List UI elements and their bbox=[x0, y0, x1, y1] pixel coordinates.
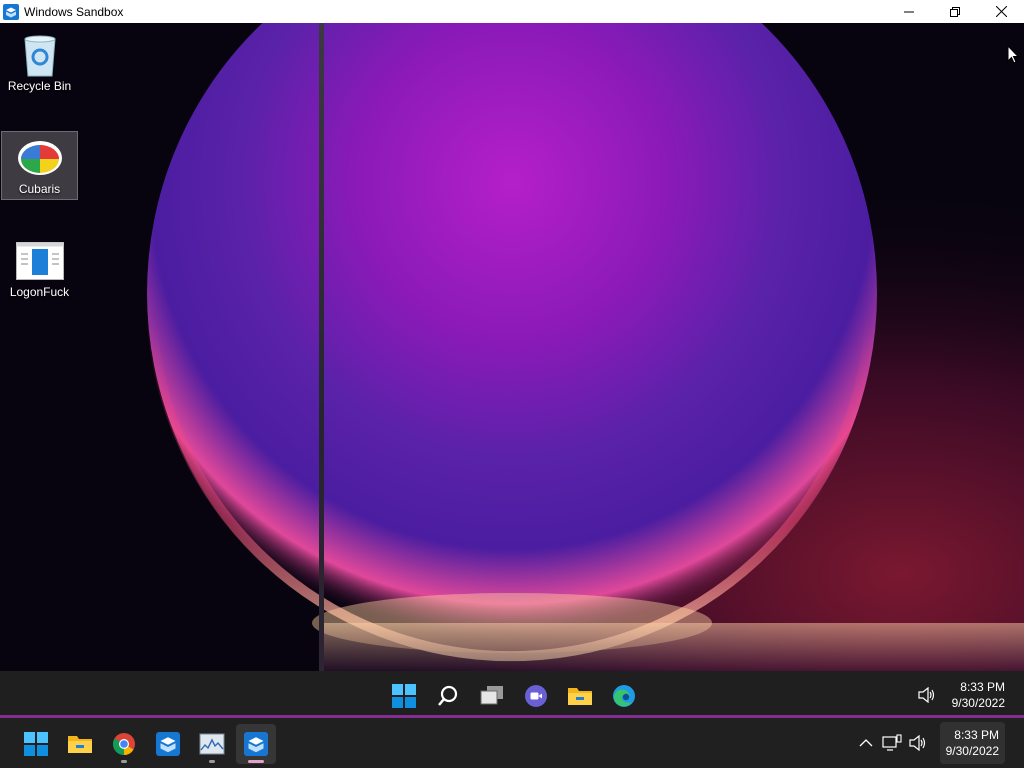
host-file-explorer-button[interactable] bbox=[60, 724, 100, 764]
host-chrome-button[interactable] bbox=[104, 724, 144, 764]
host-sandbox-active-button[interactable] bbox=[236, 724, 276, 764]
restore-icon bbox=[950, 6, 960, 17]
sandbox-taskbar: 8:33 PM 9/30/2022 bbox=[0, 671, 1024, 718]
chat-icon bbox=[525, 685, 547, 707]
sandbox-chat-button[interactable] bbox=[520, 681, 552, 711]
close-button[interactable] bbox=[978, 0, 1024, 23]
search-icon bbox=[438, 685, 458, 706]
volume-button[interactable] bbox=[906, 731, 930, 755]
network-button[interactable] bbox=[880, 731, 904, 755]
sandbox-desktop[interactable]: Recycle Bin Cubaris LogonFuck bbox=[0, 23, 1024, 671]
show-hidden-icons-button[interactable] bbox=[854, 731, 878, 755]
window-title: Windows Sandbox bbox=[24, 4, 124, 19]
host-start-button[interactable] bbox=[16, 724, 56, 764]
recycle-bin-icon bbox=[23, 35, 56, 77]
edge-icon bbox=[613, 685, 635, 707]
logonfuck-app-icon bbox=[15, 242, 64, 280]
network-icon bbox=[882, 734, 902, 751]
desktop-icon-logonfuck[interactable]: LogonFuck bbox=[1, 235, 78, 304]
restore-button[interactable] bbox=[932, 0, 978, 23]
cubaris-app-icon bbox=[17, 141, 62, 175]
desktop-icon-label: Recycle Bin bbox=[7, 79, 72, 93]
sandbox-file-explorer-button[interactable] bbox=[564, 681, 596, 711]
mouse-cursor-icon bbox=[1007, 45, 1019, 64]
minimize-button[interactable] bbox=[886, 0, 932, 23]
host-taskbar: 8:33 PM 9/30/2022 bbox=[0, 718, 1024, 768]
windows-start-icon bbox=[24, 732, 48, 756]
chevron-up-icon bbox=[859, 739, 873, 747]
running-indicator bbox=[121, 760, 127, 763]
sandbox-edge-button[interactable] bbox=[608, 681, 640, 711]
file-explorer-icon bbox=[568, 688, 592, 705]
host-sandbox-pinned-button[interactable] bbox=[148, 724, 188, 764]
clock-time: 8:33 PM bbox=[960, 679, 1005, 694]
clock-date: 9/30/2022 bbox=[951, 695, 1005, 710]
sandbox-start-button[interactable] bbox=[388, 681, 420, 711]
sandbox-clock[interactable]: 8:33 PM 9/30/2022 bbox=[952, 679, 1005, 711]
sandbox-icon bbox=[3, 3, 19, 20]
close-icon bbox=[995, 6, 1007, 17]
volume-icon bbox=[909, 735, 925, 751]
running-indicator bbox=[209, 760, 215, 763]
clock-date: 9/30/2022 bbox=[945, 744, 999, 758]
task-view-icon bbox=[480, 686, 503, 705]
minimize-icon bbox=[904, 11, 914, 12]
desktop-icon-cubaris[interactable]: Cubaris bbox=[1, 131, 78, 200]
host-resource-monitor-button[interactable] bbox=[192, 724, 232, 764]
resource-monitor-icon bbox=[199, 733, 225, 755]
bloom-wallpaper bbox=[0, 23, 1024, 671]
sandbox-icon bbox=[156, 732, 180, 756]
desktop-icon-recycle-bin[interactable]: Recycle Bin bbox=[1, 29, 78, 98]
desktop-icon-label: Cubaris bbox=[18, 182, 61, 196]
file-explorer-icon bbox=[68, 736, 92, 753]
sandbox-title-bar[interactable]: Windows Sandbox bbox=[0, 0, 1024, 23]
sandbox-task-view-button[interactable] bbox=[476, 681, 508, 711]
desktop-icon-label: LogonFuck bbox=[9, 285, 70, 299]
chrome-icon bbox=[113, 733, 135, 755]
clock-time: 8:33 PM bbox=[954, 728, 999, 742]
render-artifact-line bbox=[319, 23, 324, 671]
sandbox-icon bbox=[244, 732, 268, 756]
volume-icon[interactable] bbox=[918, 686, 936, 703]
sandbox-search-button[interactable] bbox=[432, 681, 464, 711]
windows-start-icon bbox=[392, 684, 416, 708]
host-clock[interactable]: 8:33 PM 9/30/2022 bbox=[939, 722, 1005, 764]
active-indicator bbox=[248, 760, 264, 763]
